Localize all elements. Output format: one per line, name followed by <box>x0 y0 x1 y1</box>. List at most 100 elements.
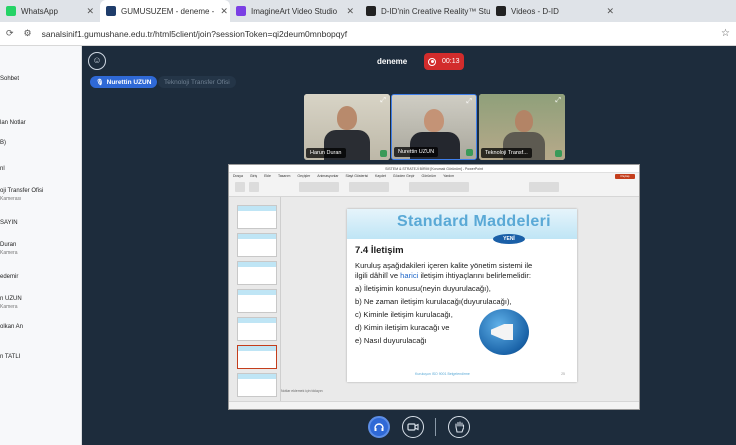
bullet-text: a) İletişimin konusu(neyin duyurulacağı)… <box>355 284 491 293</box>
font-box[interactable] <box>299 182 339 192</box>
user-toggle-icon[interactable]: ☺ <box>88 52 106 70</box>
video-tile[interactable]: ⤢ Harun Duran <box>304 94 390 160</box>
ppt-menu-item[interactable]: Geçişler <box>297 174 310 178</box>
screenshare-window[interactable]: SİSTEM & STRATEJİ BİRİM [Korumalı Görünü… <box>228 164 640 410</box>
close-tab-icon[interactable]: ✕ <box>214 6 228 17</box>
editing-box[interactable] <box>529 182 559 192</box>
close-tab-icon[interactable]: ✕ <box>600 6 614 17</box>
sidebar-item-sub: Kamerası <box>0 196 22 202</box>
sidebar-item[interactable]: B) <box>0 140 6 146</box>
slide-thumbnail[interactable] <box>237 345 277 369</box>
sidebar-item[interactable]: n TATLI <box>0 354 20 360</box>
expand-icon[interactable]: ⤢ <box>380 97 386 105</box>
slide-thumbnail[interactable] <box>237 205 277 229</box>
sidebar-item[interactable]: oji Transfer Ofisi <box>0 188 43 194</box>
participant-head <box>337 106 357 130</box>
browser-tab[interactable]: ImagineArt Video Studio ✕ <box>230 0 360 22</box>
slide-title: Standard Maddeleri <box>397 213 551 230</box>
bookmark-star-icon[interactable]: ☆ <box>721 28 730 39</box>
paragraph-box[interactable] <box>349 182 389 192</box>
tab-label: Videos - D-ID <box>511 6 559 16</box>
ppt-share-button[interactable]: Paylaş <box>615 174 635 179</box>
url-field[interactable]: sanalsinif1.gumushane.edu.tr/html5client… <box>42 29 347 39</box>
drawing-box[interactable] <box>409 182 469 192</box>
slide-thumbnail[interactable] <box>237 373 277 397</box>
close-tab-icon[interactable]: ✕ <box>80 6 94 17</box>
video-tile[interactable]: ⤢ Teknoloji Transf... <box>479 94 565 160</box>
bullet-text: b) Ne zaman iletişim kurulacağı(duyurula… <box>355 297 512 306</box>
raise-hand-button[interactable] <box>448 416 470 438</box>
sidebar-item[interactable]: n UZUN <box>0 296 22 302</box>
tab-label: WhatsApp <box>21 6 58 16</box>
slide-bullet: c) Kiminle iletişim kurulacağı, <box>355 310 453 319</box>
slide-bullet: ilgili dâhilî ve harici iletişim ihtiyaç… <box>355 271 531 280</box>
site-info-icon[interactable]: ⚙ <box>24 28 32 39</box>
ppt-menu-item[interactable]: Giriş <box>250 174 257 178</box>
paste-icon[interactable] <box>235 182 245 192</box>
ppt-menu-item[interactable]: Yardım <box>443 174 454 178</box>
current-slide: Standard Maddeleri YENİ 7.4 İletişim Kur… <box>347 209 577 382</box>
new-slide-icon[interactable] <box>249 182 259 192</box>
ppt-menu-item[interactable]: Dosya <box>233 174 243 178</box>
active-talker-badge: 🎙 Nurettin UZUN <box>90 76 158 88</box>
browser-tab[interactable]: WhatsApp ✕ <box>0 0 100 22</box>
sidebar-item[interactable]: olkan An <box>0 324 23 330</box>
mic-status-icon <box>380 150 387 157</box>
ppt-menu-item[interactable]: Tasarım <box>278 174 290 178</box>
meeting-area: ☺ deneme 00:13 🎙 Nurettin UZUN Teknoloji… <box>82 46 736 445</box>
video-tile[interactable]: ⤢ Nurettin UZUN <box>391 94 477 160</box>
new-badge: YENİ <box>493 234 525 244</box>
ppt-statusbar <box>229 401 639 409</box>
slide-heading: 7.4 İletişim <box>355 245 404 256</box>
address-bar: ⟳ ⚙ sanalsinif1.gumushane.edu.tr/html5cl… <box>0 22 736 46</box>
ppt-menu-item[interactable]: Görünüm <box>422 174 437 178</box>
slide-bullet: b) Ne zaman iletişim kurulacağı(duyurula… <box>355 297 512 306</box>
ppt-ribbon: Dosya Giriş Ekle Tasarım Geçişler Animasyonla… <box>229 173 639 197</box>
bullet-text: c) Kiminle iletişim kurulacağı, <box>355 310 453 319</box>
ppt-menu-item[interactable]: Slayt Gösterisi <box>345 174 368 178</box>
headphone-button[interactable] <box>368 416 390 438</box>
thumb-band <box>238 346 276 351</box>
ppt-menu-item[interactable]: Gözden Geçir <box>393 174 415 178</box>
thumb-band <box>238 206 276 211</box>
camera-button[interactable] <box>402 416 424 438</box>
sidebar-item[interactable]: Duran <box>0 242 16 248</box>
expand-icon[interactable]: ⤢ <box>555 97 561 105</box>
ppt-menu-item[interactable]: Kaydet <box>375 174 386 178</box>
sidebar-item[interactable]: nl <box>0 166 5 172</box>
notes-placeholder[interactable]: Notlar eklemek için tıklayın <box>281 389 323 393</box>
active-talker-name: Nurettin UZUN <box>106 78 152 86</box>
reload-icon[interactable]: ⟳ <box>6 28 14 39</box>
expand-icon[interactable]: ⤢ <box>466 98 472 106</box>
tab-label: GUMUSUZEM - deneme - <box>121 6 215 16</box>
browser-tab[interactable]: Videos - D-ID ✕ <box>490 0 620 22</box>
tab-label: ImagineArt Video Studio <box>251 6 338 16</box>
hand-icon <box>454 421 464 433</box>
browser-tab[interactable]: D-ID'nin Creative Reality™ Stud✕ <box>360 0 490 22</box>
recording-indicator[interactable]: 00:13 <box>424 53 464 70</box>
sidebar-item[interactable]: Sohbet <box>0 76 19 82</box>
video-name-label: Harun Duran <box>306 148 346 158</box>
record-icon <box>428 57 436 66</box>
slide-thumbnail[interactable] <box>237 261 277 285</box>
slide-bullet: d) Kimin iletişim kuracağı ve <box>355 323 450 332</box>
idle-talker-name: Teknoloji Transfer Ofisi <box>164 78 230 86</box>
slide-thumbnail[interactable] <box>237 233 277 257</box>
slide-thumbnails <box>229 197 281 403</box>
slide-thumbnail[interactable] <box>237 289 277 313</box>
browser-tabbar: WhatsApp ✕ GUMUSUZEM - deneme - ✕ ImagineArt… <box>0 0 736 22</box>
sidebar-item[interactable]: SAYIN <box>0 220 18 226</box>
thumb-band <box>238 374 276 379</box>
browser-tab[interactable]: GUMUSUZEM - deneme - ✕ <box>100 0 230 22</box>
sidebar-item[interactable]: lan Notlar <box>0 120 26 126</box>
megaphone-icon <box>479 309 529 355</box>
ppt-menu: Dosya Giriş Ekle Tasarım Geçişler Animasyonla… <box>233 174 454 178</box>
ppt-menu-item[interactable]: Ekle <box>264 174 271 178</box>
ppt-menu-item[interactable]: Animasyonlar <box>317 174 338 178</box>
thumb-band <box>238 262 276 267</box>
user-list-sidebar: Sohbet lan Notlar B) nl oji Transfer Ofisi Ka… <box>0 46 82 445</box>
video-name-label: Nurettin UZUN <box>394 147 439 157</box>
sidebar-item[interactable]: edemir <box>0 274 18 280</box>
close-tab-icon[interactable]: ✕ <box>340 6 354 17</box>
slide-thumbnail[interactable] <box>237 317 277 341</box>
